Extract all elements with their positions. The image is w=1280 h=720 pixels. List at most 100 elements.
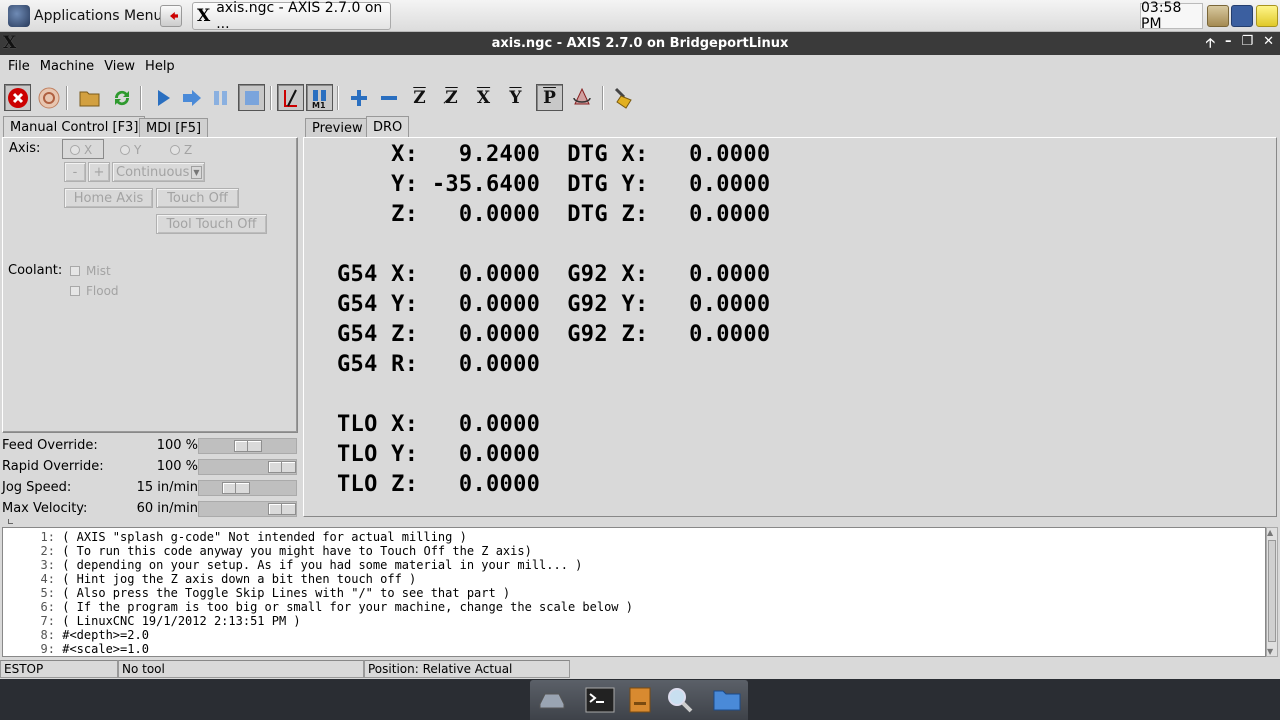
block-delete-icon[interactable] [277,84,304,111]
mail-icon[interactable] [1256,5,1278,27]
reload-icon[interactable] [108,84,135,111]
coolant-label: Coolant: [8,263,63,278]
menu-machine[interactable]: Machine [35,59,99,74]
list-item[interactable]: 7: ( LinuxCNC 19/1/2012 2:13:51 PM ) [3,614,301,628]
top-taskbar: Applications Menu X axis.ngc - AXIS 2.7.… [0,0,1280,32]
jog-speed-slider[interactable] [198,480,297,496]
file-manager-icon[interactable] [625,686,655,714]
tool-touch-off-button[interactable]: Tool Touch Off [156,214,267,234]
pane-splitter-handle[interactable] [8,519,13,524]
step-icon[interactable] [178,84,205,111]
list-item[interactable]: 5: ( Also press the Toggle Skip Lines wi… [3,586,511,600]
feed-override-value: 100 % [156,438,198,453]
feed-override-row: Feed Override: 100 % [0,436,300,457]
rapid-override-value: 100 % [156,459,198,474]
network-icon[interactable] [1231,5,1253,27]
list-item[interactable]: 1: ( AXIS "splash g-code" Not intended f… [3,530,467,544]
terminal-icon[interactable] [585,686,615,714]
dro-line: TLO X: 0.0000 [337,412,541,437]
applications-menu-button[interactable]: Applications Menu [2,2,168,30]
menu-file[interactable]: File [3,59,35,74]
list-item[interactable]: 2: ( To run this code anyway you might h… [3,544,532,558]
window-menu-icon[interactable]: X [3,33,16,53]
zoom-out-icon[interactable] [375,84,402,111]
show-desktop-icon[interactable] [537,686,567,714]
list-item[interactable]: 4: ( Hint jog the Z axis down a bit then… [3,572,417,586]
close-icon[interactable]: ✕ [1263,34,1274,56]
estop-icon[interactable] [4,84,31,111]
jog-increment-value: Continuous [116,164,190,180]
status-position-mode: Position: Relative Actual [364,660,570,678]
gcode-listing[interactable]: 1: ( AXIS "splash g-code" Not intended f… [2,527,1266,657]
home-axis-button[interactable]: Home Axis [64,188,153,208]
rapid-override-label: Rapid Override: [2,459,104,474]
taskbar-window-title: axis.ngc - AXIS 2.7.0 on ... [216,0,383,32]
clipboard-icon[interactable] [1207,5,1229,27]
status-tool: No tool [118,660,364,678]
rotate-icon[interactable] [568,84,595,111]
minimize-icon[interactable]: – [1225,34,1232,56]
view-y-icon[interactable]: Y [502,84,529,111]
touch-off-button[interactable]: Touch Off [156,188,239,208]
jog-speed-thumb[interactable] [222,482,250,494]
menu-view[interactable]: View [99,59,140,74]
list-item[interactable]: 3: ( depending on your setup. As if you … [3,558,583,572]
tab-mdi[interactable]: MDI [F5] [139,118,209,138]
jog-minus-button[interactable]: - [64,162,86,182]
view-p-icon[interactable]: P [536,84,563,111]
dro-line: Y: -35.6400 DTG Y: 0.0000 [337,172,771,197]
window-titlebar[interactable]: X axis.ngc - AXIS 2.7.0 on BridgeportLin… [0,32,1280,55]
menu-help[interactable]: Help [140,59,180,74]
axis-z-radio[interactable]: Z [170,143,192,157]
max-velocity-value: 60 in/min [136,501,198,516]
tab-manual-control[interactable]: Manual Control [F3] [3,116,146,138]
scroll-up-icon[interactable]: ▲ [1267,528,1273,537]
feed-override-label: Feed Override: [2,438,98,453]
dro-line: TLO Z: 0.0000 [337,472,541,497]
run-icon[interactable] [149,84,176,111]
flood-checkbox[interactable]: Flood [70,284,119,298]
gcode-scrollbar[interactable]: ▲ ▼ [1266,527,1278,657]
tab-dro[interactable]: DRO [366,116,410,138]
jog-plus-button[interactable]: + [88,162,110,182]
tab-preview[interactable]: Preview [305,118,370,138]
zoom-in-icon[interactable] [345,84,372,111]
folder-icon[interactable] [712,686,742,714]
open-icon[interactable] [76,84,103,111]
feed-override-thumb[interactable] [234,440,262,452]
scroll-down-icon[interactable]: ▼ [1267,647,1273,656]
feed-override-slider[interactable] [198,438,297,454]
max-velocity-slider[interactable] [198,501,297,517]
dro-panel: X: 9.2400 DTG X: 0.0000 Y: -35.6400 DTG … [303,137,1277,517]
search-icon[interactable] [665,686,695,714]
view-x-icon[interactable]: X [470,84,497,111]
list-item[interactable]: 6: ( If the program is too big or small … [3,600,633,614]
maximize-icon[interactable]: ❐ [1241,34,1253,56]
rapid-override-thumb[interactable] [268,461,296,473]
clear-plot-icon[interactable] [610,84,637,111]
mist-checkbox[interactable]: Mist [70,264,111,278]
axis-y-radio[interactable]: Y [120,143,141,157]
list-item[interactable]: 9: #<scale>=1.0 [3,642,149,656]
clock[interactable]: 03:58 PM [1140,0,1203,32]
power-icon[interactable] [35,84,62,111]
jog-increment-select[interactable]: Continuous ▼ [112,162,205,182]
pause-icon[interactable] [208,84,235,111]
jog-speed-value: 15 in/min [136,480,198,495]
list-item[interactable]: 8: #<depth>=2.0 [3,628,149,642]
optional-stop-icon[interactable]: M1 [306,84,333,111]
xfce-logo-icon [8,5,30,27]
max-velocity-label: Max Velocity: [2,501,88,516]
logout-launcher-icon[interactable] [160,5,182,27]
rapid-override-slider[interactable] [198,459,297,475]
view-z-icon[interactable]: Z [406,84,433,111]
applications-menu-label: Applications Menu [34,8,163,24]
max-velocity-thumb[interactable] [268,503,296,515]
stop-icon[interactable] [238,84,265,111]
dro-line: X: 9.2400 DTG X: 0.0000 [337,142,771,167]
scrollbar-thumb[interactable] [1268,540,1276,642]
axis-x-radio[interactable]: X [70,143,92,157]
taskbar-window-button[interactable]: X axis.ngc - AXIS 2.7.0 on ... [192,0,391,32]
view-z2-icon[interactable]: Z̸ [438,84,465,111]
shade-icon[interactable]: 🡡 [1206,34,1215,56]
